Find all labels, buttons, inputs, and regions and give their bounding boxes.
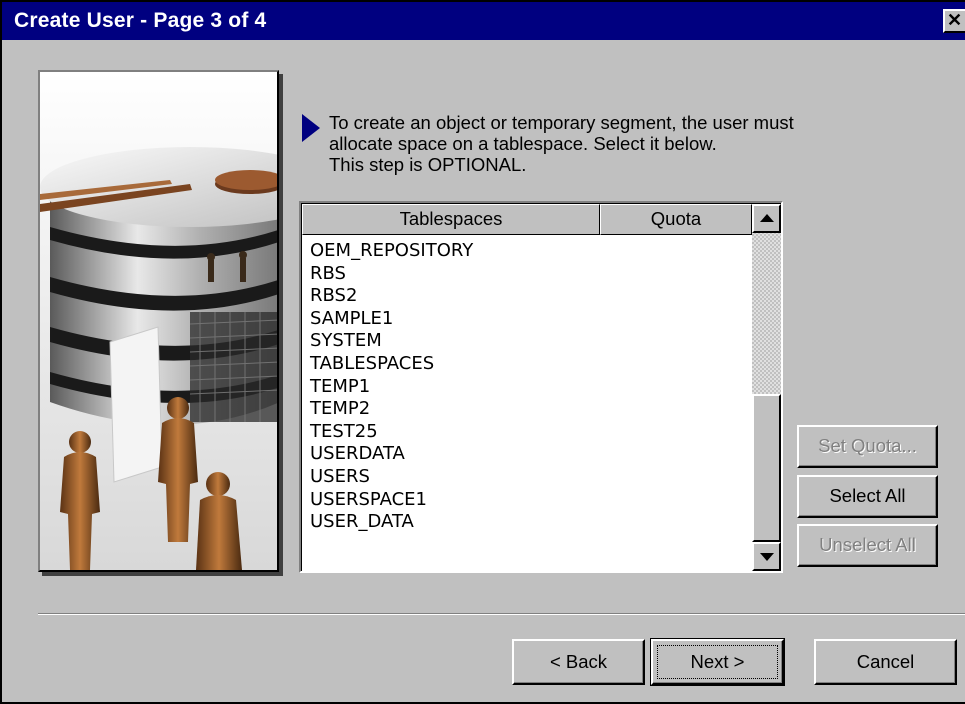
scroll-down-button[interactable]	[752, 542, 781, 571]
close-icon[interactable]: ✕	[943, 9, 965, 33]
tablespace-list: OEM_REPOSITORY RBS RBS2 SAMPLE1 SYSTEM T…	[310, 240, 750, 534]
back-label: < Back	[549, 651, 608, 672]
scroll-up-button[interactable]	[752, 204, 781, 233]
focus-rectangle	[657, 645, 778, 679]
table-row[interactable]: TEMP2	[310, 398, 750, 421]
select-all-label: Select All	[829, 485, 906, 506]
column-header-quota[interactable]: Quota	[600, 204, 752, 235]
vertical-scrollbar[interactable]	[752, 204, 781, 571]
table-row[interactable]: TEMP1	[310, 376, 750, 399]
arrow-down-icon	[760, 553, 774, 561]
set-quota-label: Set Quota...	[818, 435, 917, 456]
table-row[interactable]: SAMPLE1	[310, 308, 750, 331]
title-bar[interactable]: Create User - Page 3 of 4 ✕	[2, 2, 965, 40]
table-row[interactable]: USERSPACE1	[310, 489, 750, 512]
set-quota-button[interactable]: Set Quota...	[797, 425, 938, 468]
table-row[interactable]: TABLESPACES	[310, 353, 750, 376]
cancel-label: Cancel	[856, 651, 915, 672]
table-row[interactable]: USERS	[310, 466, 750, 489]
footer-separator	[38, 613, 965, 615]
table-row[interactable]: USER_DATA	[310, 511, 750, 534]
cancel-button[interactable]: Cancel	[814, 639, 957, 685]
back-button[interactable]: < Back	[512, 639, 645, 685]
window-title: Create User - Page 3 of 4	[14, 9, 267, 32]
table-row[interactable]: RBS2	[310, 285, 750, 308]
arrow-up-icon	[760, 214, 774, 222]
table-row[interactable]: USERDATA	[310, 443, 750, 466]
table-row[interactable]: SYSTEM	[310, 330, 750, 353]
table-body: Tablespaces Quota OEM_REPOSITORY RBS RBS…	[301, 203, 781, 571]
table-row[interactable]: TEST25	[310, 421, 750, 444]
select-all-button[interactable]: Select All	[797, 475, 938, 518]
instructions-line: To create an object or temporary segment…	[329, 112, 794, 133]
database-people-illustration	[40, 72, 277, 570]
table-row[interactable]: RBS	[310, 263, 750, 286]
unselect-all-label: Unselect All	[819, 534, 916, 555]
unselect-all-button[interactable]: Unselect All	[797, 524, 938, 567]
create-user-dialog: Create User - Page 3 of 4 ✕ To create an…	[0, 0, 965, 704]
scrollbar-thumb[interactable]	[752, 394, 781, 542]
tablespaces-table[interactable]: Tablespaces Quota OEM_REPOSITORY RBS RBS…	[299, 201, 783, 573]
instructions-line: allocate space on a tablespace. Select i…	[329, 133, 717, 154]
table-row[interactable]: OEM_REPOSITORY	[310, 240, 750, 263]
arrow-right-icon	[302, 114, 320, 142]
wizard-illustration	[38, 70, 279, 572]
instructions-line: This step is OPTIONAL.	[329, 154, 527, 175]
instructions-text: To create an object or temporary segment…	[329, 112, 889, 175]
column-header-tablespaces[interactable]: Tablespaces	[302, 204, 600, 235]
next-button[interactable]: Next >	[650, 638, 785, 686]
